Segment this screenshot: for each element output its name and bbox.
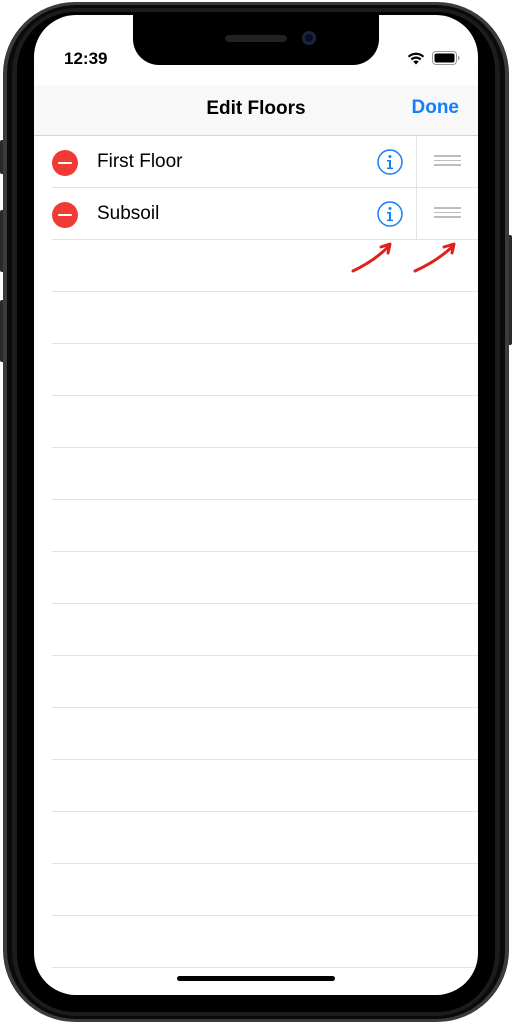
home-indicator[interactable] bbox=[177, 976, 335, 981]
empty-row-separator bbox=[52, 656, 478, 708]
status-time: 12:39 bbox=[64, 49, 108, 68]
navigation-bar: Edit Floors Done bbox=[34, 85, 478, 136]
empty-row-separator bbox=[52, 760, 478, 812]
delete-minus-icon[interactable] bbox=[52, 202, 78, 228]
floor-label: First Floor bbox=[97, 151, 183, 172]
status-bar: 12:39 bbox=[34, 15, 478, 85]
list-item-subsoil[interactable]: Subsoil bbox=[34, 188, 478, 240]
reorder-area bbox=[416, 136, 478, 188]
wifi-icon bbox=[407, 52, 425, 65]
empty-row-separator bbox=[52, 396, 478, 448]
delete-minus-icon[interactable] bbox=[52, 150, 78, 176]
empty-row-separator bbox=[52, 552, 478, 604]
info-icon[interactable] bbox=[377, 201, 403, 227]
camera bbox=[302, 31, 316, 45]
phone-device: 12:39 Edit Floors Done First Floor Subso… bbox=[0, 0, 512, 1024]
empty-row-separator bbox=[52, 812, 478, 864]
reorder-grip-icon[interactable] bbox=[434, 207, 461, 221]
empty-list-area bbox=[52, 240, 478, 968]
done-button[interactable]: Done bbox=[412, 97, 460, 119]
list-item-first-floor[interactable]: First Floor bbox=[34, 136, 478, 188]
info-icon[interactable] bbox=[377, 149, 403, 175]
battery-icon bbox=[432, 51, 460, 65]
floors-list: First Floor Subsoil bbox=[34, 136, 478, 240]
screen: 12:39 Edit Floors Done First Floor Subso… bbox=[34, 15, 478, 995]
empty-row-separator bbox=[52, 448, 478, 500]
empty-row-separator bbox=[52, 500, 478, 552]
empty-row-separator bbox=[52, 864, 478, 916]
empty-row-separator bbox=[52, 916, 478, 968]
reorder-grip-icon[interactable] bbox=[434, 155, 461, 169]
reorder-area bbox=[416, 188, 478, 240]
notch bbox=[133, 15, 379, 65]
empty-row-separator bbox=[52, 292, 478, 344]
empty-row-separator bbox=[52, 708, 478, 760]
empty-row-separator bbox=[52, 604, 478, 656]
empty-row-separator bbox=[52, 344, 478, 396]
empty-row-separator bbox=[52, 240, 478, 292]
floor-label: Subsoil bbox=[97, 203, 160, 224]
speaker bbox=[225, 35, 287, 42]
